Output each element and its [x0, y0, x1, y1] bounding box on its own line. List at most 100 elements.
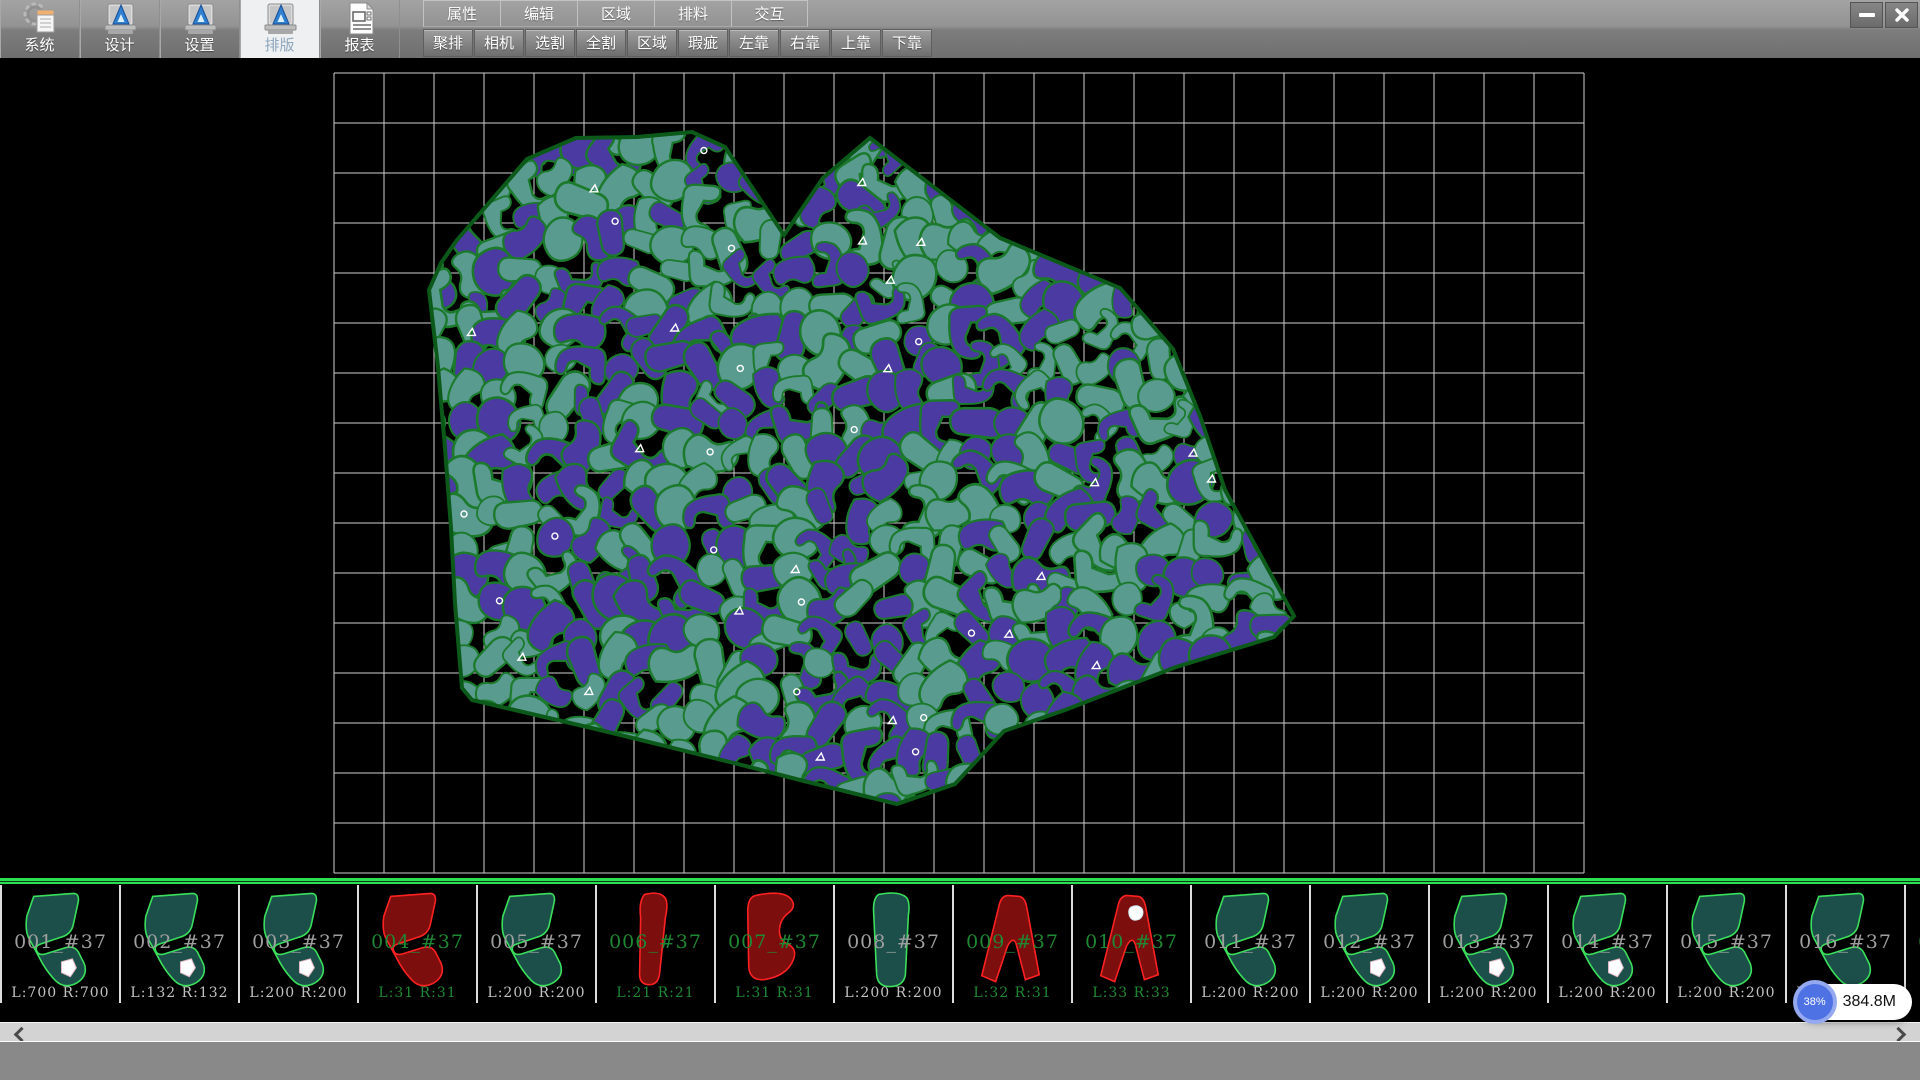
piece-thumbnail[interactable]: 011_#37 L:200 R:200 — [1190, 885, 1309, 1003]
main-toolbar: 系统 设计 设置 排版 报表 — [0, 0, 400, 58]
piece-lr-count: L:200 R:200 — [1668, 985, 1785, 1001]
main-button-system[interactable]: 系统 — [0, 0, 80, 58]
piece-thumbnail[interactable]: 009_#37 L:32 R:31 — [952, 885, 1071, 1003]
tool-button-select-cut[interactable]: 选割 — [525, 29, 575, 57]
piece-lr-count: L:33 R:33 — [1073, 985, 1190, 1001]
close-icon — [1894, 7, 1910, 23]
tool-button-snap-top[interactable]: 上靠 — [831, 29, 881, 57]
main-button-design[interactable]: 设计 — [80, 0, 160, 58]
horizontal-scrollbar[interactable] — [0, 1022, 1920, 1041]
nesting-canvas[interactable] — [0, 58, 1920, 878]
piece-lr-count: L:200 R:200 — [1549, 985, 1666, 1001]
piece-id: 002_#37 — [121, 931, 238, 953]
piece-thumbnail[interactable]: 014_#37 L:200 R:200 — [1547, 885, 1666, 1003]
piece-lr-count: L:200 R:200 — [478, 985, 595, 1001]
piece-thumbnail[interactable]: 010_#37 L:33 R:33 — [1071, 885, 1190, 1003]
piece-lr-count: L:200 R:200 — [240, 985, 357, 1001]
window-bottom-band — [0, 1041, 1920, 1080]
piece-lr-count: L:200 R:200 — [1311, 985, 1428, 1001]
piece-lr-count: L:31 R:31 — [716, 985, 833, 1001]
tool-button-cut-all[interactable]: 全割 — [576, 29, 626, 57]
design-icon — [100, 1, 140, 37]
piece-thumbnail[interactable]: 001_#37 L:700 R:700 — [0, 885, 119, 1003]
piece-thumbnail[interactable]: 006_#37 L:21 R:21 — [595, 885, 714, 1003]
piece-id: 007_#37 — [716, 931, 833, 953]
piece-id: 003_#37 — [240, 931, 357, 953]
minimize-icon — [1859, 13, 1875, 17]
tool-button-snap-bottom[interactable]: 下靠 — [882, 29, 932, 57]
layout-icon — [260, 1, 300, 37]
main-button-label: 系统 — [24, 37, 54, 55]
scroll-left-icon[interactable] — [14, 1027, 30, 1043]
settings-icon — [180, 1, 220, 37]
menu-tab-nesting[interactable]: 排料 — [654, 0, 731, 27]
window-minimize-button[interactable] — [1850, 2, 1883, 28]
piece-thumbnail[interactable]: 017_#37L:31 R:31 — [1904, 885, 1920, 1003]
menu-tab-edit[interactable]: 编辑 — [500, 0, 577, 27]
menu-tab-region[interactable]: 区域 — [577, 0, 654, 27]
piece-thumbnail[interactable]: 008_#37 L:200 R:200 — [833, 885, 952, 1003]
progress-badge: 38% — [1793, 980, 1837, 1024]
piece-id: 006_#37 — [597, 931, 714, 953]
piece-id: 010_#37 — [1073, 931, 1190, 953]
piece-thumbnail[interactable]: 002_#37 L:132 R:132 — [119, 885, 238, 1003]
strip-lower-gap — [0, 1004, 1920, 1022]
piece-thumbnail[interactable]: 007_#37 L:31 R:31 — [714, 885, 833, 1003]
main-button-label: 设置 — [184, 37, 214, 55]
piece-lr-count: L:200 R:200 — [1430, 985, 1547, 1001]
piece-lr-count: L:200 R:200 — [835, 985, 952, 1001]
piece-id: 014_#37 — [1549, 931, 1666, 953]
piece-lr-count: L:32 R:31 — [954, 985, 1071, 1001]
piece-thumbnail[interactable]: 003_#37 L:200 R:200 — [238, 885, 357, 1003]
progress-percent: 38% — [1804, 996, 1826, 1008]
thumbnail-strip: 001_#37L:700 R:700002_#37L:132 R:132003_… — [0, 878, 1920, 1004]
menu-tab-interaction[interactable]: 交互 — [731, 0, 808, 27]
memory-status-pill: 38% 384.8M — [1797, 984, 1912, 1020]
main-button-layout[interactable]: 排版 — [240, 0, 320, 58]
piece-id: 009_#37 — [954, 931, 1071, 953]
piece-id: 004_#37 — [359, 931, 476, 953]
piece-id: 008_#37 — [835, 931, 952, 953]
piece-id: 016_#37 — [1787, 931, 1904, 953]
piece-id: 017_#37 — [1906, 931, 1920, 953]
main-button-report[interactable]: 报表 — [320, 0, 400, 58]
memory-value: 384.8M — [1843, 993, 1896, 1010]
main-button-label: 排版 — [264, 37, 294, 55]
piece-lr-count: L:21 R:21 — [597, 985, 714, 1001]
piece-thumbnail[interactable]: 015_#37 L:200 R:200 — [1666, 885, 1785, 1003]
tool-button-camera[interactable]: 相机 — [474, 29, 524, 57]
scroll-right-icon[interactable] — [1891, 1027, 1907, 1043]
menu-tab-properties[interactable]: 属性 — [423, 0, 500, 27]
menu-tab-bar: 属性编辑区域排料交互 — [423, 0, 808, 28]
main-button-label: 设计 — [104, 37, 134, 55]
piece-lr-count: L:200 R:200 — [1192, 985, 1309, 1001]
main-button-settings[interactable]: 设置 — [160, 0, 240, 58]
tool-button-defect[interactable]: 瑕疵 — [678, 29, 728, 57]
piece-lr-count: L:700 R:700 — [2, 985, 119, 1001]
tool-button-snap-right[interactable]: 右靠 — [780, 29, 830, 57]
main-button-label: 报表 — [344, 37, 374, 55]
piece-lr-count: L:132 R:132 — [121, 985, 238, 1001]
piece-thumbnail[interactable]: 004_#37 L:31 R:31 — [357, 885, 476, 1003]
window-close-button[interactable] — [1885, 2, 1918, 28]
tool-button-cluster-nest[interactable]: 聚排 — [423, 29, 473, 57]
piece-id: 005_#37 — [478, 931, 595, 953]
system-icon — [20, 1, 60, 37]
piece-lr-count: L:31 R:31 — [359, 985, 476, 1001]
piece-thumbnail[interactable]: 012_#37 L:200 R:200 — [1309, 885, 1428, 1003]
tool-button-region[interactable]: 区域 — [627, 29, 677, 57]
piece-thumbnail[interactable]: 013_#37 L:200 R:200 — [1428, 885, 1547, 1003]
nested-pieces — [395, 89, 1343, 855]
piece-id: 001_#37 — [2, 931, 119, 953]
piece-id: 012_#37 — [1311, 931, 1428, 953]
piece-thumbnail[interactable]: 005_#37 L:200 R:200 — [476, 885, 595, 1003]
piece-id: 011_#37 — [1192, 931, 1309, 953]
titlebar: 系统设计设置排版报表 属性编辑区域排料交互 聚排相机选割全割区域瑕疵左靠右靠上靠… — [0, 0, 1920, 59]
tool-button-snap-left[interactable]: 左靠 — [729, 29, 779, 57]
window-controls — [1848, 2, 1918, 28]
tool-button-bar: 聚排相机选割全割区域瑕疵左靠右靠上靠下靠 — [423, 29, 933, 58]
piece-id: 015_#37 — [1668, 931, 1785, 953]
nesting-app-window: 系统设计设置排版报表 属性编辑区域排料交互 聚排相机选割全割区域瑕疵左靠右靠上靠… — [0, 0, 1920, 1080]
piece-id: 013_#37 — [1430, 931, 1547, 953]
report-icon — [340, 1, 380, 37]
